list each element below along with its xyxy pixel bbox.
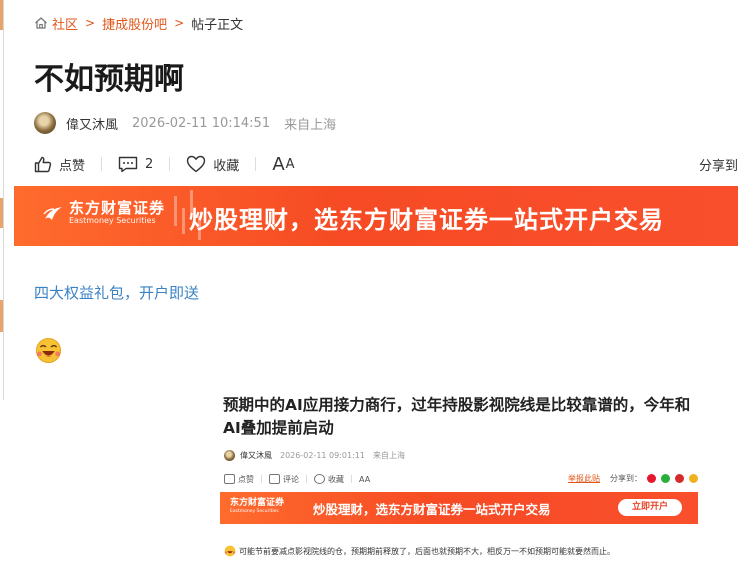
embedded-like: 点赞 [224,474,254,485]
embedded-author-row: 偉又沐風 2026-02-11 09:01:11 来自上海 [224,450,413,461]
thumbs-up-icon [34,156,52,172]
banner-slogan: 炒股理财，选东方财富证券一站式开户交易 [189,206,664,234]
embedded-ad-banner: 东方财富证券 Eastmoney Securities 炒股理财，选东方财富证券… [220,492,698,524]
promo-link[interactable]: 四大权益礼包，开户即送 [34,282,199,303]
embedded-title: 预期中的AI应用接力商行，过年持股影视院线是比较靠谱的，今年和AI叠加提前启动 [223,396,691,437]
embedded-avatar [224,450,235,461]
ad-banner[interactable]: 东方财富证券 Eastmoney Securities 炒股理财，选东方财富证券… [14,186,738,246]
star-icon [689,474,698,483]
breadcrumb: 社区 > 捷成股份吧 > 帖子正文 [34,14,244,33]
font-size-small: A [285,156,295,172]
embedded-report-link: 举报此贴 [568,474,600,483]
avatar[interactable] [34,112,56,134]
favorite-label: 收藏 [213,158,240,174]
font-size-toggle[interactable]: AA [272,154,294,175]
chevron-right-icon: > [85,16,96,30]
laughing-emoji-icon [35,337,62,364]
divider [351,475,352,483]
embedded-comment: 评论 [269,474,299,485]
embedded-eastmoney-logo: 东方财富证券 Eastmoney Securities [230,498,284,515]
logo-text-en: Eastmoney Securities [69,216,156,225]
author-name[interactable]: 偉又沐風 [66,114,118,133]
divider [306,475,307,483]
embedded-action-bar: 点赞 评论 收藏 AA 举报此贴 分享到： [224,473,698,485]
eastmoney-logo: 东方财富证券 Eastmoney Securities [42,200,165,226]
embedded-post-time: 2026-02-11 09:01:11 [280,451,365,460]
post-location: 来自上海 [284,117,337,133]
embedded-author-name: 偉又沐風 [240,451,272,460]
embedded-post-location: 来自上海 [372,451,405,460]
author-row: 偉又沐風 2026-02-11 10:14:51 来自上海 [34,112,336,134]
embedded-logo-text-cn: 东方财富证券 [230,498,285,508]
divider [169,157,171,171]
embedded-body-text-row: 可能节前要减点影视院线的仓，预期期前释放了，后面也就预期不大，相反万一不如预期可… [224,545,615,557]
embedded-logo-text-en: Eastmoney Securities [230,509,279,514]
weibo-alt-icon [675,474,684,483]
favorite-button[interactable]: 收藏 [186,155,239,174]
share-label[interactable]: 分享到 [699,155,738,174]
embedded-body-text: 可能节前要减点影视院线的仓，预期期前释放了，后面也就预期不大，相反万一不如预期可… [239,546,615,556]
comment-icon [269,474,280,484]
home-icon [35,17,47,29]
heart-icon [314,474,325,484]
embedded-screenshot[interactable]: 预期中的AI应用接力商行，过年持股影视院线是比较靠谱的，今年和AI叠加提前启动 … [218,384,708,574]
eastmoney-logo-icon [43,207,62,220]
divider [101,157,103,171]
weibo-icon [647,474,656,483]
logo-text-cn: 东方财富证券 [69,199,166,217]
font-size-large: A [272,153,285,175]
like-button[interactable]: 点赞 [34,155,85,174]
comment-icon [118,156,138,172]
heart-icon [187,155,206,173]
left-edge-border [3,0,4,400]
embedded-like-label: 点赞 [238,474,254,484]
embedded-comment-label: 评论 [283,474,299,484]
chevron-right-icon: > [174,16,185,30]
post-time: 2026-02-11 10:14:51 [132,115,271,131]
embedded-favorite: 收藏 [314,474,344,485]
laughing-emoji-icon [224,545,236,557]
page-title: 不如预期啊 [34,62,184,97]
wechat-icon [661,474,670,483]
embedded-share-row: 举报此贴 分享到： [568,473,698,484]
embedded-favorite-label: 收藏 [328,474,344,484]
breadcrumb-forum-link[interactable]: 捷成股份吧 [102,14,167,33]
divider [261,475,262,483]
like-label: 点赞 [59,158,86,174]
breadcrumb-home-link[interactable]: 社区 [52,14,78,33]
embedded-open-account-button: 立即开户 [618,499,682,516]
embedded-banner-slogan: 炒股理财，选东方财富证券一站式开户交易 [313,502,551,517]
embedded-font-size: AA [359,474,371,484]
comment-button[interactable]: 2 [118,156,153,173]
divider [255,157,257,171]
breadcrumb-current: 帖子正文 [191,17,244,33]
embedded-share-label: 分享到： [610,474,642,483]
comment-count: 2 [145,156,154,172]
thumbs-up-icon [224,474,235,484]
action-bar: 点赞 2 收藏 AA 分享到 [34,152,738,176]
